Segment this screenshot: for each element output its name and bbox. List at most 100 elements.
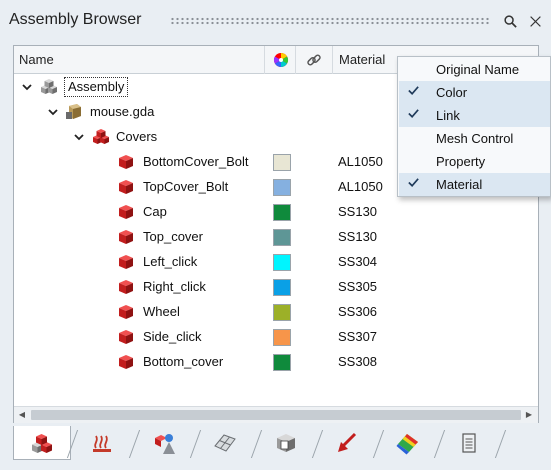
color-swatch[interactable]	[273, 179, 291, 196]
color-swatch[interactable]	[273, 254, 291, 271]
menu-item-material[interactable]: Material	[399, 173, 550, 196]
property-cube-icon	[273, 430, 299, 456]
connector-icon	[151, 430, 177, 456]
column-chooser-menu: Original Name Color Link Mesh Control Proper…	[397, 56, 551, 197]
tree-item-label[interactable]: Side_click	[143, 329, 202, 344]
menu-item-link[interactable]: Link	[399, 104, 550, 127]
tree-row[interactable]: Side_click SS307	[14, 325, 538, 350]
title-bar: Assembly Browser	[0, 0, 551, 44]
material-cell[interactable]: SS304	[338, 254, 377, 269]
component-icon	[116, 177, 136, 197]
tree-item-label[interactable]: TopCover_Bolt	[143, 179, 228, 194]
material-cell[interactable]: SS306	[338, 304, 377, 319]
material-cell[interactable]: SS308	[338, 354, 377, 369]
column-color-header[interactable]	[265, 46, 296, 74]
tree-row[interactable]: Right_click SS305	[14, 275, 538, 300]
tab-assembly[interactable]	[13, 426, 79, 460]
tree-item-label[interactable]: Covers	[116, 129, 157, 144]
color-swatch[interactable]	[273, 154, 291, 171]
tree-item-label[interactable]: Left_click	[143, 254, 197, 269]
drag-grip[interactable]	[170, 17, 490, 25]
chevron-down-icon[interactable]	[20, 80, 34, 94]
tree-item-label[interactable]: Right_click	[143, 279, 206, 294]
chain-link-icon	[307, 54, 321, 66]
color-swatch[interactable]	[273, 354, 291, 371]
tree-row[interactable]: Cap SS130	[14, 200, 538, 225]
menu-item-label: Color	[436, 85, 468, 100]
checkmark-icon	[407, 84, 420, 100]
assembly-cubes-icon	[29, 430, 55, 456]
column-name-header[interactable]: Name	[14, 46, 265, 74]
close-icon[interactable]	[526, 12, 544, 30]
tree-item-label[interactable]: Bottom_cover	[143, 354, 223, 369]
part-file-icon	[65, 102, 85, 122]
scroll-icon	[456, 430, 482, 456]
color-swatch[interactable]	[273, 229, 291, 246]
component-icon	[116, 327, 136, 347]
tree-item-label[interactable]: mouse.gda	[90, 104, 154, 119]
component-icon	[116, 227, 136, 247]
tab-loads[interactable]	[318, 426, 385, 460]
tab-connectors[interactable]	[135, 426, 202, 460]
chevron-down-icon[interactable]	[46, 105, 60, 119]
material-cell[interactable]: AL1050	[338, 154, 383, 169]
column-link-header[interactable]	[296, 46, 333, 74]
scroll-left-arrow-icon[interactable]: ◀	[14, 407, 30, 423]
menu-item-label: Mesh Control	[436, 131, 514, 146]
material-cell[interactable]: AL1050	[338, 179, 383, 194]
tab-results[interactable]	[379, 426, 446, 460]
menu-item-original-name[interactable]: Original Name	[399, 58, 550, 81]
material-cell[interactable]: SS307	[338, 329, 377, 344]
tree-item-label[interactable]: Top_cover	[143, 229, 203, 244]
component-icon	[116, 202, 136, 222]
menu-item-color[interactable]: Color	[399, 81, 550, 104]
component-group-icon	[91, 127, 111, 147]
color-swatch[interactable]	[273, 279, 291, 296]
color-swatch[interactable]	[273, 304, 291, 321]
material-cell[interactable]: SS130	[338, 204, 377, 219]
material-cell[interactable]: SS130	[338, 229, 377, 244]
tree-row[interactable]: Top_cover SS130	[14, 225, 538, 250]
tree-row[interactable]: Left_click SS304	[14, 250, 538, 275]
color-swatch[interactable]	[273, 204, 291, 221]
menu-item-label: Link	[436, 108, 460, 123]
tab-separator	[494, 430, 507, 458]
component-icon	[116, 252, 136, 272]
menu-item-mesh-control[interactable]: Mesh Control	[399, 127, 550, 150]
tab-properties[interactable]	[257, 426, 324, 460]
tree-item-label[interactable]: BottomCover_Bolt	[143, 154, 249, 169]
component-icon	[116, 302, 136, 322]
material-cell[interactable]: SS305	[338, 279, 377, 294]
scrollbar-thumb[interactable]	[31, 410, 521, 420]
menu-item-property[interactable]: Property	[399, 150, 550, 173]
assembly-icon	[39, 77, 59, 97]
menu-item-label: Material	[436, 177, 483, 192]
contour-icon	[395, 430, 421, 456]
tree-item-label[interactable]: Wheel	[143, 304, 180, 319]
tree-row[interactable]: Wheel SS306	[14, 300, 538, 325]
panel-title: Assembly Browser	[9, 11, 142, 28]
tab-thermal[interactable]	[74, 426, 141, 460]
load-arrow-icon	[334, 430, 360, 456]
tree-row[interactable]: Bottom_cover SS308	[14, 350, 538, 375]
search-icon[interactable]	[501, 12, 519, 30]
tree-item-label[interactable]: Cap	[143, 204, 167, 219]
browser-tab-strip	[0, 424, 551, 470]
checkmark-icon	[407, 107, 420, 123]
menu-item-label: Original Name	[436, 62, 520, 77]
component-icon	[116, 352, 136, 372]
component-icon	[116, 277, 136, 297]
surface-icon	[212, 430, 238, 456]
heat-waves-icon	[90, 430, 116, 456]
chevron-down-icon[interactable]	[72, 130, 86, 144]
scroll-right-arrow-icon[interactable]: ▶	[521, 407, 537, 423]
tab-surfaces[interactable]	[196, 426, 263, 460]
color-wheel-icon	[274, 53, 288, 67]
color-swatch[interactable]	[273, 329, 291, 346]
tree-item-label[interactable]: Assembly	[64, 77, 129, 97]
menu-item-label: Property	[436, 154, 486, 169]
component-icon	[116, 152, 136, 172]
tab-scripts[interactable]	[440, 426, 507, 460]
horizontal-scrollbar[interactable]: ◀ ▶	[14, 406, 538, 423]
checkmark-icon	[407, 176, 420, 192]
